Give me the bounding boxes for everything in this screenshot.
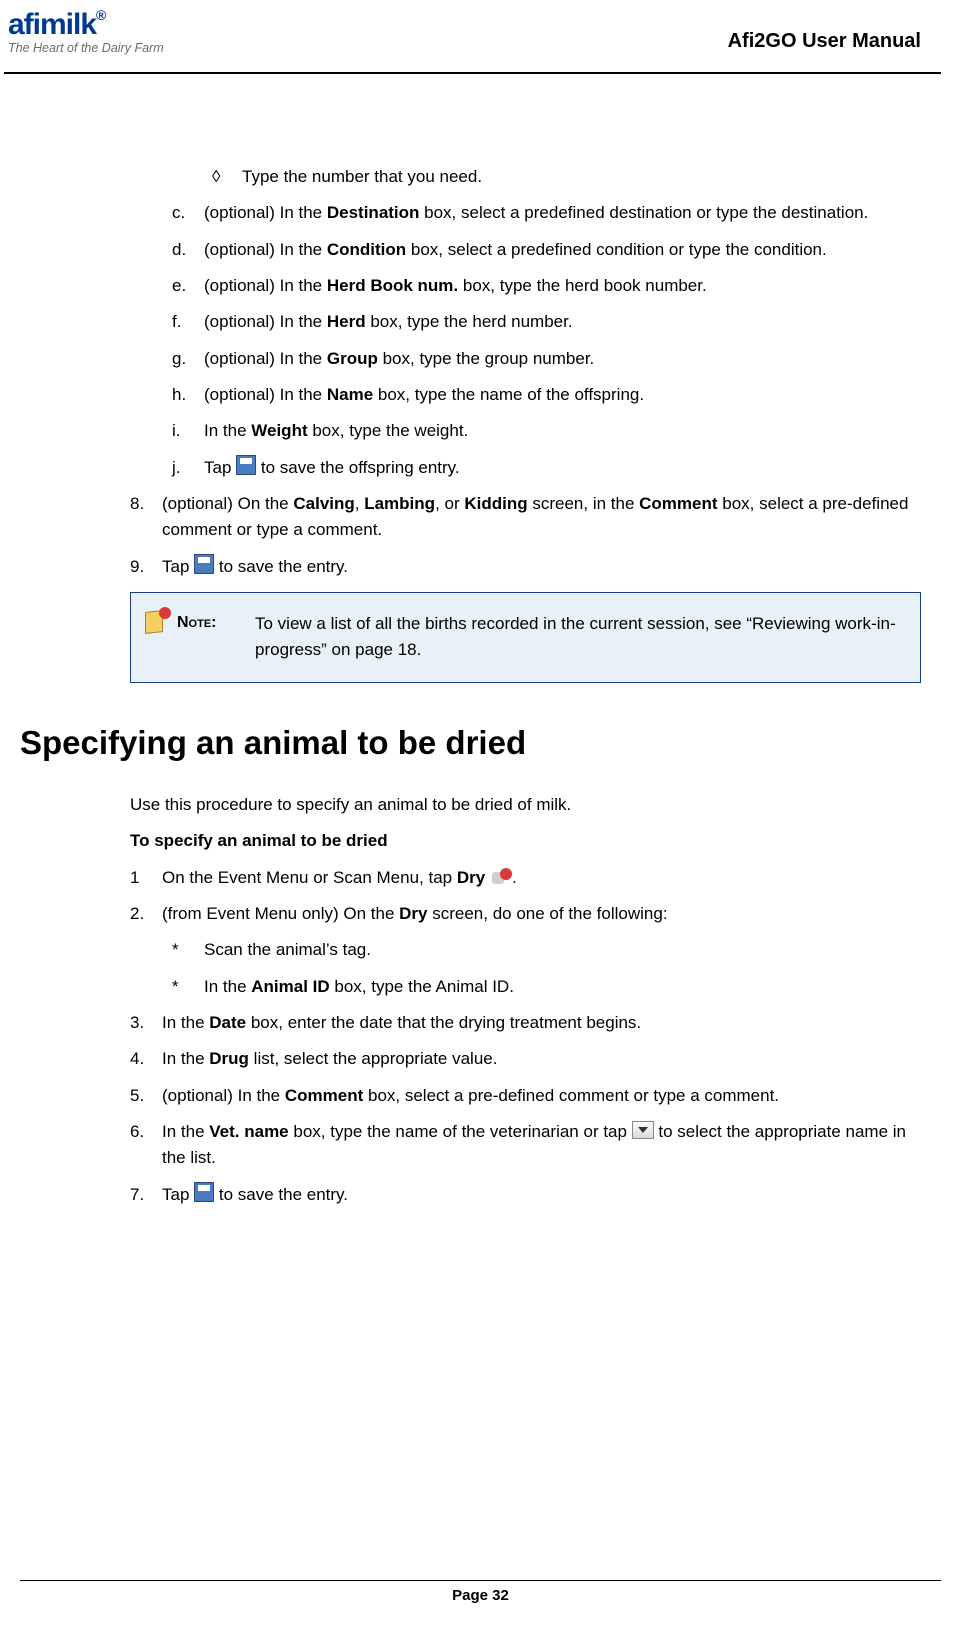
step-body: (optional) In the Herd Book num. box, ty… [204, 273, 921, 299]
dry-step-6: 6. In the Vet. name box, type the name o… [130, 1119, 921, 1172]
note-box: Note: To view a list of all the births r… [130, 592, 921, 683]
marker: d. [172, 237, 204, 263]
marker: 8. [130, 491, 162, 544]
marker: f. [172, 309, 204, 335]
logo-registered: ® [96, 7, 105, 23]
logo-word: afimilk [8, 8, 96, 41]
footer: Page 32 [20, 1580, 941, 1604]
step-body: Tap to save the entry. [162, 554, 921, 580]
star-marker: * [172, 937, 204, 963]
dry-step-7: 7. Tap to save the entry. [130, 1182, 921, 1208]
save-icon [194, 554, 214, 574]
step-body: (optional) In the Group box, type the gr… [204, 346, 921, 372]
step-body: In the Weight box, type the weight. [204, 418, 921, 444]
step-g: g. (optional) In the Group box, type the… [130, 346, 921, 372]
step-9: 9. Tap to save the entry. [130, 554, 921, 580]
document-title: Afi2GO User Manual [728, 10, 921, 53]
step-h: h. (optional) In the Name box, type the … [130, 382, 921, 408]
step-e: e. (optional) In the Herd Book num. box,… [130, 273, 921, 299]
note-icon [143, 607, 171, 635]
step-8: 8. (optional) On the Calving, Lambing, o… [130, 491, 921, 544]
step-body: Tap to save the entry. [162, 1182, 921, 1208]
step-body: (optional) On the Calving, Lambing, or K… [162, 491, 921, 544]
dry-star-2: * In the Animal ID box, type the Animal … [130, 974, 921, 1000]
dropdown-icon [632, 1121, 654, 1139]
bullet-text: Type the number that you need. [242, 164, 921, 190]
marker: 2. [130, 901, 162, 927]
marker: j. [172, 455, 204, 481]
step-body: In the Animal ID box, type the Animal ID… [204, 974, 921, 1000]
step-d: d. (optional) In the Condition box, sele… [130, 237, 921, 263]
logo: afimilk® The Heart of the Dairy Farm [8, 10, 164, 55]
step-body: (optional) In the Herd box, type the her… [204, 309, 921, 335]
note-label: Note: [177, 607, 255, 636]
page: afimilk® The Heart of the Dairy Farm Afi… [0, 0, 961, 1626]
marker: 4. [130, 1046, 162, 1072]
marker: h. [172, 382, 204, 408]
marker: e. [172, 273, 204, 299]
save-icon [236, 455, 256, 475]
step-f: f. (optional) In the Herd box, type the … [130, 309, 921, 335]
step-body: Tap to save the offspring entry. [204, 455, 921, 481]
marker: 6. [130, 1119, 162, 1172]
step-j: j. Tap to save the offspring entry. [130, 455, 921, 481]
marker: 5. [130, 1083, 162, 1109]
step-c: c. (optional) In the Destination box, se… [130, 200, 921, 226]
content: ◊ Type the number that you need. c. (opt… [0, 74, 961, 1208]
section-title: Specifying an animal to be dried [20, 717, 921, 768]
star-marker: * [172, 974, 204, 1000]
marker: 3. [130, 1010, 162, 1036]
logo-text: afimilk® [8, 10, 164, 40]
step-body: In the Date box, enter the date that the… [162, 1010, 921, 1036]
step-body: In the Drug list, select the appropriate… [162, 1046, 921, 1072]
save-icon [194, 1182, 214, 1202]
marker: 9. [130, 554, 162, 580]
marker: g. [172, 346, 204, 372]
step-body: (optional) In the Destination box, selec… [204, 200, 921, 226]
section-intro: Use this procedure to specify an animal … [130, 792, 921, 818]
step-body: (optional) In the Name box, type the nam… [204, 382, 921, 408]
dry-step-2: 2. (from Event Menu only) On the Dry scr… [130, 901, 921, 927]
header: afimilk® The Heart of the Dairy Farm Afi… [4, 0, 941, 74]
step-body: In the Vet. name box, type the name of t… [162, 1119, 921, 1172]
dry-step-3: 3. In the Date box, enter the date that … [130, 1010, 921, 1036]
marker: 7. [130, 1182, 162, 1208]
section-subhead: To specify an animal to be dried [130, 828, 921, 854]
diamond-marker: ◊ [212, 164, 242, 190]
page-number: Page 32 [452, 1587, 509, 1604]
step-body: (optional) In the Comment box, select a … [162, 1083, 921, 1109]
dry-step-4: 4. In the Drug list, select the appropri… [130, 1046, 921, 1072]
dry-icon [490, 868, 512, 886]
dry-step-5: 5. (optional) In the Comment box, select… [130, 1083, 921, 1109]
dry-star-1: * Scan the animal’s tag. [130, 937, 921, 963]
step-body: Scan the animal’s tag. [204, 937, 921, 963]
dry-step-1: 1 On the Event Menu or Scan Menu, tap Dr… [130, 865, 921, 891]
step-body: (optional) In the Condition box, select … [204, 237, 921, 263]
note-text: To view a list of all the births recorde… [255, 607, 902, 664]
marker: i. [172, 418, 204, 444]
marker: c. [172, 200, 204, 226]
logo-tagline: The Heart of the Dairy Farm [8, 42, 164, 55]
step-body: (from Event Menu only) On the Dry screen… [162, 901, 921, 927]
marker: 1 [130, 865, 162, 891]
step-body: On the Event Menu or Scan Menu, tap Dry … [162, 865, 921, 891]
bullet-type-number: ◊ Type the number that you need. [130, 164, 921, 190]
step-i: i. In the Weight box, type the weight. [130, 418, 921, 444]
